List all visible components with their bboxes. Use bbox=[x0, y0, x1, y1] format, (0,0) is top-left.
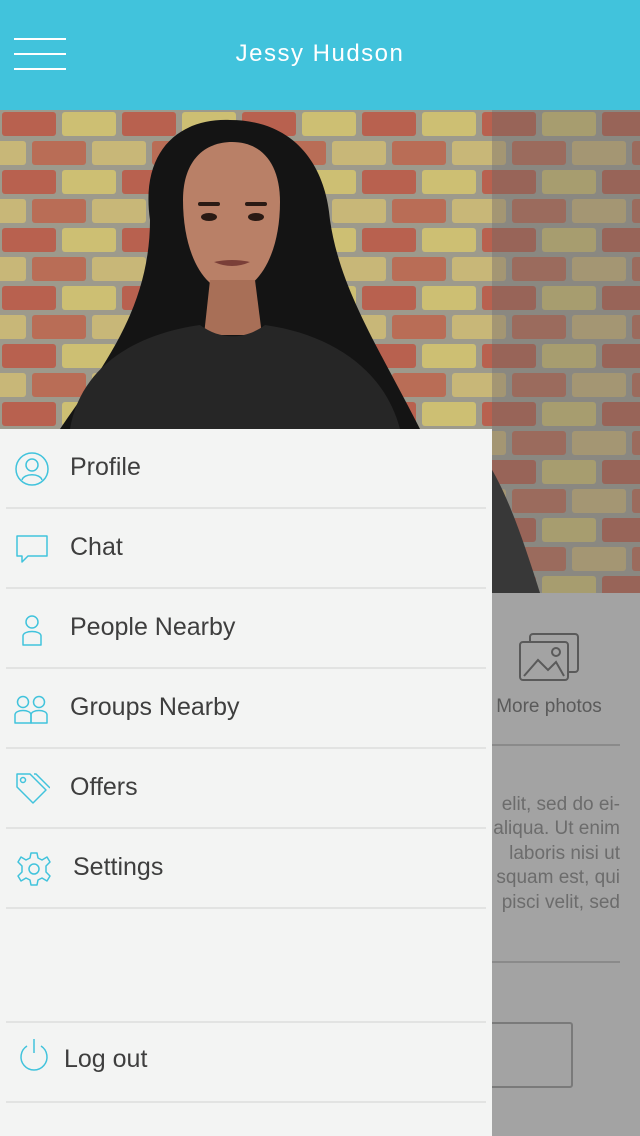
menu-item-chat[interactable]: Chat bbox=[6, 509, 486, 589]
text-line: laboris nisi ut bbox=[509, 842, 620, 864]
user-circle-icon bbox=[15, 452, 49, 486]
menu-item-label: Offers bbox=[70, 773, 138, 801]
menu-item-settings[interactable]: Settings bbox=[6, 829, 486, 909]
menu-item-label: Settings bbox=[73, 853, 164, 881]
page-title: Jessy Hudson bbox=[235, 40, 405, 67]
drawer-profile-photo bbox=[0, 110, 492, 429]
gear-icon bbox=[17, 852, 51, 886]
menu-item-label: Groups Nearby bbox=[70, 693, 240, 721]
menu-item-people-nearby[interactable]: People Nearby bbox=[6, 589, 486, 669]
menu-item-profile[interactable]: Profile bbox=[6, 429, 486, 509]
photos-icon bbox=[519, 633, 579, 681]
person-icon bbox=[22, 615, 42, 646]
text-line: elit, sed do ei- bbox=[501, 794, 620, 815]
navigation-drawer: Profile Chat People Nearby Groups Nearby… bbox=[0, 110, 492, 1136]
group-icon bbox=[14, 695, 48, 724]
power-icon bbox=[20, 1039, 48, 1071]
divider bbox=[492, 961, 620, 963]
text-line: aliqua. Ut enim bbox=[493, 818, 620, 840]
divider bbox=[492, 744, 620, 746]
menu-item-label: Log out bbox=[64, 1045, 148, 1073]
text-line: pisci velit, sed bbox=[501, 891, 620, 913]
menu-item-logout[interactable]: Log out bbox=[6, 1021, 486, 1103]
menu-item-label: People Nearby bbox=[70, 613, 236, 641]
more-photos-button[interactable]: More photos bbox=[492, 632, 606, 718]
menu-item-groups-nearby[interactable]: Groups Nearby bbox=[6, 669, 486, 749]
menu-item-label: Profile bbox=[70, 453, 141, 481]
tags-icon bbox=[16, 773, 50, 804]
text-line: squam est, qui bbox=[496, 867, 620, 889]
app-header: Jessy Hudson bbox=[0, 0, 640, 110]
chat-bubble-icon bbox=[16, 535, 48, 563]
menu-item-offers[interactable]: Offers bbox=[6, 749, 486, 829]
description-text: elit, sed do ei- aliqua. Ut enim laboris… bbox=[492, 793, 620, 915]
menu-item-label: Chat bbox=[70, 533, 123, 561]
more-photos-label: More photos bbox=[496, 696, 602, 717]
